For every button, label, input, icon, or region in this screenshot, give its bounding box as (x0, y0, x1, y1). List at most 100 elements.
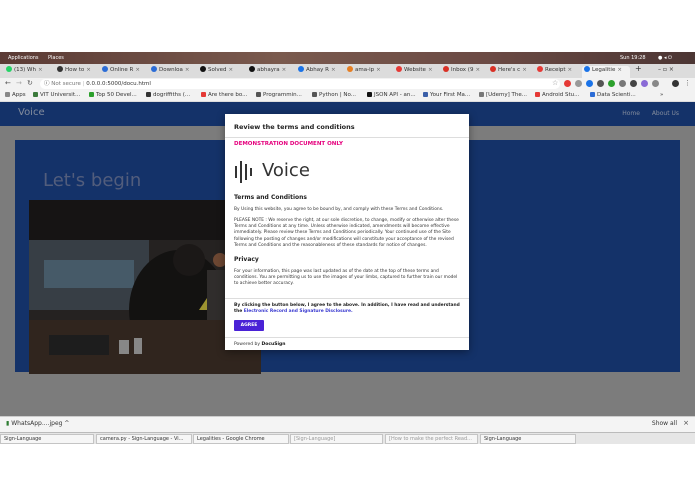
tab-favicon-icon (298, 66, 304, 72)
tab-favicon-icon (490, 66, 496, 72)
tab-favicon-icon (537, 66, 543, 72)
close-icon[interactable]: × (38, 67, 43, 73)
file-icon: ▮ (6, 420, 10, 427)
close-icon[interactable]: × (428, 67, 433, 73)
soundwave-logo-icon (235, 161, 252, 183)
tab-website[interactable]: Website × (394, 66, 440, 78)
extension-icon[interactable] (608, 80, 615, 87)
close-icon[interactable]: × (376, 67, 381, 73)
more-bookmarks-icon[interactable]: » (660, 92, 663, 98)
close-icon[interactable]: × (617, 67, 622, 73)
forward-icon[interactable]: → (16, 79, 22, 87)
bookmark-android[interactable]: Android Stu... (535, 92, 579, 98)
task-sign-language-minimized[interactable]: [Sign-Language] (290, 434, 383, 444)
close-icon[interactable]: × (475, 67, 480, 73)
modal-title: Review the terms and conditions (225, 114, 469, 138)
tab-favicon-icon (396, 66, 402, 72)
bookmark-json-api[interactable]: JSON API - an... (367, 92, 416, 98)
privacy-heading: Privacy (234, 256, 259, 263)
tab-receipt[interactable]: Receipt × (535, 66, 581, 78)
bookmark-favicon-icon (479, 92, 484, 97)
bookmark-programming[interactable]: Programmin... (256, 92, 302, 98)
close-icon[interactable]: × (229, 67, 234, 73)
tab-legalities[interactable]: Legalitie × (582, 66, 630, 78)
tab-abhayra[interactable]: abhayra × (247, 66, 293, 78)
tab-strip: (13) Wh × How to × Online R × Downloa × Solv… (0, 64, 695, 78)
power-icon[interactable]: ● ◂ ⏻ (658, 55, 672, 61)
tab-how-to[interactable]: How to × (55, 66, 97, 78)
places-menu[interactable]: Places (48, 55, 64, 61)
close-icon[interactable]: × (683, 419, 689, 427)
chevron-up-icon[interactable]: ^ (64, 420, 69, 427)
task-sign-language[interactable]: Sign-Language (0, 434, 94, 444)
back-icon[interactable]: ← (5, 79, 11, 87)
taskbar: Sign-Language camera.py - Sign-Language … (0, 432, 695, 444)
bookmark-vit[interactable]: VIT Universit... (33, 92, 80, 98)
privacy-paragraph: For your information, this page was last… (234, 269, 458, 287)
new-tab-icon[interactable]: + (633, 64, 643, 76)
task-legalities[interactable]: Legalities - Google Chrome (193, 434, 289, 444)
close-icon[interactable]: × (185, 67, 190, 73)
url-text: 0.0.0.0:5000/docu.html (86, 81, 151, 87)
bookmark-star-icon[interactable]: ☆ (552, 79, 558, 87)
info-icon[interactable]: ⓘ (44, 81, 50, 87)
extension-icon[interactable] (641, 80, 648, 87)
tab-solved[interactable]: Solved × (198, 66, 244, 78)
bookmark-favicon-icon (89, 92, 94, 97)
tab-download[interactable]: Downloa × (149, 66, 195, 78)
applications-menu[interactable]: Applications (8, 55, 39, 61)
task-camera-py[interactable]: camera.py - Sign-Language - Vi... (96, 434, 192, 444)
bookmark-favicon-icon (535, 92, 540, 97)
bookmark-apps[interactable]: Apps (5, 92, 26, 98)
profile-avatar-icon[interactable] (672, 80, 679, 87)
extension-icon[interactable] (652, 80, 659, 87)
close-icon[interactable]: × (522, 67, 527, 73)
terms-paragraph-2: PLEASE NOTE : We reserve the right, at o… (234, 218, 459, 248)
address-bar[interactable]: ⓘ Not secure | 0.0.0.0:5000/docu.html (40, 79, 560, 89)
show-all-button[interactable]: Show all (652, 420, 677, 427)
modal-divider (225, 298, 469, 299)
reload-icon[interactable]: ↻ (27, 79, 33, 87)
extension-icon[interactable] (630, 80, 637, 87)
bookmark-favicon-icon (367, 92, 372, 97)
bookmark-top50[interactable]: Top 50 Devel... (89, 92, 137, 98)
tab-heres[interactable]: Here's c × (488, 66, 534, 78)
extension-icon[interactable] (619, 80, 626, 87)
tab-whatsapp[interactable]: (13) Wh × (4, 66, 52, 78)
close-icon[interactable]: × (568, 67, 573, 73)
tab-online[interactable]: Online R × (100, 66, 146, 78)
task-sign-language-2[interactable]: Sign-Language (480, 434, 576, 444)
screen: Applications Places Sun 19:28 ● ◂ ⏻ (13)… (0, 0, 695, 494)
extension-icon[interactable] (586, 80, 593, 87)
bookmark-first-ma[interactable]: Your First Ma... (423, 92, 470, 98)
terms-modal: Review the terms and conditions DEMONSTR… (225, 114, 469, 350)
terms-paragraph-1: By Using this website, you agree to be b… (234, 207, 444, 212)
bookmark-data-science[interactable]: Data Scienti... (590, 92, 636, 98)
bookmark-favicon-icon (201, 92, 206, 97)
close-icon[interactable]: × (331, 67, 336, 73)
agree-statement: By clicking the button below, I agree to… (234, 303, 460, 315)
extension-icon[interactable] (564, 80, 571, 87)
agree-button[interactable]: AGREE (234, 320, 264, 331)
extension-icon[interactable] (597, 80, 604, 87)
disclosure-link[interactable]: Electronic Record and Signature Disclosu… (244, 309, 353, 314)
menu-kebab-icon[interactable]: ⋮ (684, 79, 691, 87)
modal-footer: Powered by DocuSign (225, 337, 469, 350)
bookmark-python[interactable]: Python | No... (312, 92, 356, 98)
bookmark-dogriffiths[interactable]: dogriffiths (... (146, 92, 190, 98)
bookmark-udemy[interactable]: [Udemy] The... (479, 92, 527, 98)
window-controls-icon[interactable]: – ▫ × (656, 66, 692, 78)
close-icon[interactable]: × (86, 67, 91, 73)
close-icon[interactable]: × (135, 67, 140, 73)
bookmark-are-there[interactable]: Are there bo... (201, 92, 247, 98)
download-item[interactable]: ▮ WhatsApp....jpeg ^ (6, 420, 69, 427)
bookmark-favicon-icon (423, 92, 428, 97)
tab-ama-ip[interactable]: ama-ip × (345, 66, 391, 78)
extension-icon[interactable] (575, 80, 582, 87)
system-bar: Applications Places Sun 19:28 ● ◂ ⏻ (0, 52, 695, 64)
logo-text: Voice (262, 160, 310, 181)
tab-inbox[interactable]: Inbox (9 × (441, 66, 487, 78)
tab-abhay-r[interactable]: Abhay R × (296, 66, 342, 78)
task-how-to-read[interactable]: [How to make the perfect Read... (385, 434, 478, 444)
close-icon[interactable]: × (282, 67, 287, 73)
